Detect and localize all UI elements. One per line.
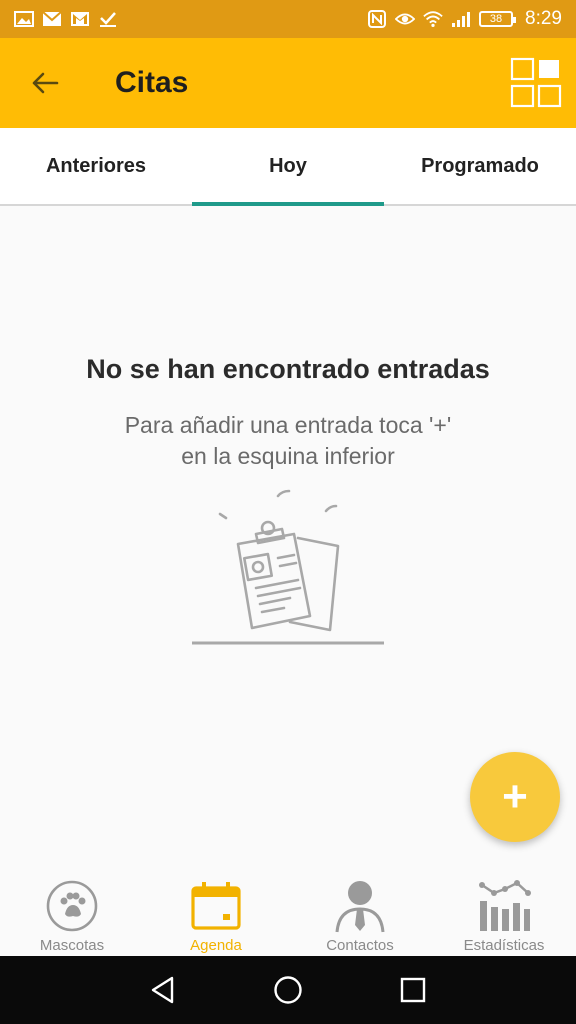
system-icons: 38 8:29: [367, 8, 562, 30]
nav-item-agenda[interactable]: Agenda: [144, 870, 288, 956]
calendar-icon: [188, 878, 244, 934]
system-recents-button[interactable]: [393, 970, 433, 1010]
notification-icons: [14, 10, 118, 28]
gallery-icon: [14, 10, 34, 28]
stats-icon: [476, 878, 532, 934]
tab-bar: Anteriores Hoy Programado: [0, 128, 576, 206]
wifi-icon: [423, 10, 443, 28]
arrow-left-icon: [32, 72, 59, 94]
grid-view-button[interactable]: [510, 57, 564, 109]
clipboard-illustration-icon: [186, 486, 390, 650]
nfc-icon: [367, 10, 387, 28]
tab-anteriores[interactable]: Anteriores: [0, 128, 192, 204]
empty-state-subtitle-line2: en la esquina inferior: [181, 443, 395, 469]
signal-icon: [451, 10, 471, 28]
tab-hoy[interactable]: Hoy: [192, 128, 384, 206]
tab-programado[interactable]: Programado: [384, 128, 576, 204]
battery-icon: 38: [479, 11, 517, 27]
nav-label-agenda: Agenda: [190, 937, 242, 954]
grid-icon: [510, 57, 562, 108]
back-button[interactable]: [0, 38, 90, 128]
person-icon: [332, 878, 388, 934]
clock: 8:29: [525, 8, 562, 29]
empty-state-subtitle: Para añadir una entrada toca '+' en la e…: [88, 410, 488, 472]
battery-level: 38: [489, 13, 503, 25]
add-entry-button[interactable]: +: [470, 752, 560, 842]
nav-label-contactos: Contactos: [326, 937, 394, 954]
gmail-icon: [70, 10, 90, 28]
eye-icon: [395, 10, 416, 28]
circle-home-icon: [274, 976, 302, 1004]
triangle-back-icon: [151, 976, 173, 1004]
plus-icon: +: [502, 772, 528, 821]
system-home-button[interactable]: [268, 970, 308, 1010]
status-bar: 38 8:29: [0, 0, 576, 38]
app-bar: Citas: [0, 38, 576, 128]
page-title: Citas: [115, 66, 189, 99]
paw-icon: [44, 878, 100, 934]
empty-state-subtitle-line1: Para añadir una entrada toca '+': [124, 412, 452, 438]
system-navigation-bar: [0, 956, 576, 1024]
system-back-button[interactable]: [143, 970, 183, 1010]
nav-item-estadisticas[interactable]: Estadísticas: [432, 870, 576, 956]
nav-label-mascotas: Mascotas: [39, 937, 105, 954]
check-icon: [98, 10, 118, 28]
nav-item-contactos[interactable]: Contactos: [288, 870, 432, 956]
empty-state-title: No se han encontrado entradas: [86, 354, 490, 384]
mail-icon: [42, 10, 62, 28]
square-recents-icon: [401, 977, 426, 1003]
nav-item-mascotas[interactable]: Mascotas: [0, 870, 144, 956]
nav-label-estadisticas: Estadísticas: [463, 937, 545, 954]
bottom-navigation: Mascotas Agenda Contactos Estadísticas: [0, 870, 576, 956]
